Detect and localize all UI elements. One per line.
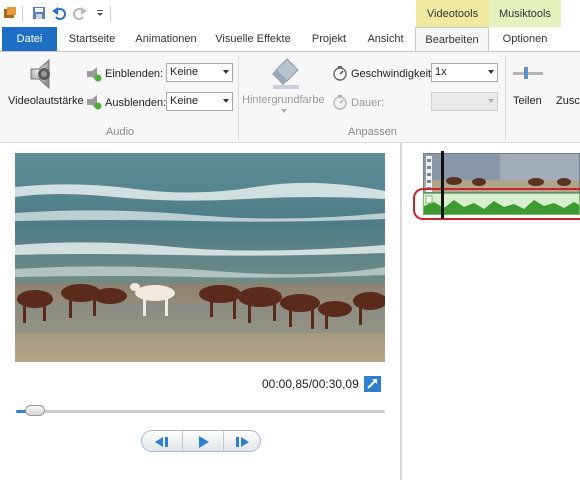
video-clip[interactable]: [423, 153, 580, 193]
customize-icon[interactable]: [93, 6, 107, 20]
split-icon[interactable]: [512, 66, 544, 80]
next-frame-button[interactable]: [222, 431, 260, 451]
tab-music-tools[interactable]: Musiktools: [489, 0, 561, 27]
tab-visual-effects[interactable]: Visuelle Effekte: [207, 27, 299, 51]
background-color-label[interactable]: Hintergrundfarbe: [242, 94, 325, 106]
video-preview[interactable]: [15, 153, 387, 362]
storyboard-pane: [402, 143, 580, 480]
speed-label: Geschwindigkeit:: [351, 68, 435, 80]
tab-animations[interactable]: Animationen: [128, 27, 204, 51]
preview-pane: 00:00,85/00:30,09: [0, 143, 400, 480]
seek-bar[interactable]: [16, 405, 385, 416]
chevron-down-icon: [223, 70, 229, 74]
tab-edit[interactable]: Bearbeiten: [415, 27, 489, 51]
chevron-down-icon: [223, 99, 229, 103]
fade-in-icon: [86, 66, 102, 82]
previous-frame-button[interactable]: [142, 431, 182, 451]
duration-icon: [332, 94, 348, 110]
chevron-down-icon[interactable]: [281, 109, 287, 113]
tab-home[interactable]: Startseite: [59, 27, 125, 51]
fade-out-label: Ausblenden:: [105, 97, 167, 109]
tab-options[interactable]: Optionen: [490, 27, 560, 51]
fade-out-value: Keine: [170, 95, 199, 107]
next-frame-icon: [236, 437, 249, 447]
tab-video-tools[interactable]: Videotools: [416, 0, 489, 27]
playback-controls: [141, 430, 261, 452]
trim-label[interactable]: Zusch: [556, 95, 580, 107]
group-divider: [505, 56, 506, 140]
fade-in-select[interactable]: Keine: [166, 63, 233, 82]
play-icon: [199, 436, 209, 448]
paint-bucket-icon[interactable]: [270, 56, 302, 90]
fade-in-label: Einblenden:: [105, 68, 164, 80]
group-divider: [238, 56, 239, 140]
speed-select[interactable]: 1x: [431, 63, 498, 82]
app-icon[interactable]: [3, 6, 17, 20]
fade-in-value: Keine: [170, 66, 199, 78]
undo-icon[interactable]: [52, 6, 66, 20]
previous-frame-icon: [155, 437, 168, 447]
audio-clip[interactable]: [423, 193, 580, 215]
timecode: 00:00,85/00:30,09: [262, 377, 359, 391]
play-button[interactable]: [182, 431, 224, 451]
quick-access-toolbar: Videotools Musiktools: [0, 0, 580, 27]
duration-select[interactable]: [431, 92, 498, 111]
fade-out-select[interactable]: Keine: [166, 92, 233, 111]
ribbon-tabs: Datei Startseite Animationen Visuelle Ef…: [0, 27, 580, 51]
chevron-down-icon: [488, 70, 494, 74]
split-label[interactable]: Teilen: [513, 95, 542, 107]
video-volume-label[interactable]: Videolautstärke: [8, 95, 84, 107]
chevron-down-icon: [488, 99, 494, 103]
duration-label: Dauer:: [351, 97, 385, 109]
speed-icon: [332, 65, 348, 81]
audio-group-label: Audio: [106, 126, 135, 138]
tab-project[interactable]: Projekt: [302, 27, 356, 51]
fullscreen-icon[interactable]: [364, 376, 381, 392]
fade-out-icon: [86, 94, 102, 110]
speed-value: 1x: [435, 66, 447, 78]
speaker-icon[interactable]: [27, 57, 61, 91]
tab-view[interactable]: Ansicht: [358, 27, 413, 51]
redo-icon[interactable]: [73, 6, 87, 20]
seek-thumb[interactable]: [25, 405, 46, 416]
ribbon-panel: Videolautstärke Einblenden: Keine Ausble…: [0, 51, 580, 143]
playhead[interactable]: [441, 151, 444, 219]
tab-file[interactable]: Datei: [2, 27, 57, 51]
adjust-group-label: Anpassen: [348, 126, 397, 138]
save-icon[interactable]: [32, 6, 46, 20]
